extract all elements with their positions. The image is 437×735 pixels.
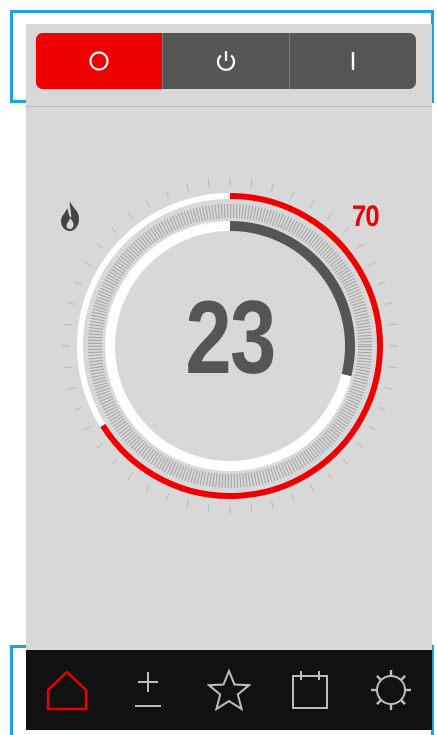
dial-tick: [67, 386, 76, 390]
dial-tick: [145, 484, 151, 492]
dial-tick: [110, 226, 118, 234]
circle-off-icon: [89, 51, 109, 71]
dial-tick: [207, 179, 210, 188]
dial-tick: [356, 243, 364, 249]
dial-tick: [388, 323, 397, 326]
dial-tick: [384, 386, 393, 390]
dial-tick: [127, 472, 133, 480]
dial-tick: [327, 212, 333, 220]
dial-tick: [186, 183, 190, 192]
dial-tick: [250, 179, 253, 188]
dial-tick: [67, 302, 76, 306]
dial-tick: [309, 200, 315, 208]
dial-tick: [145, 200, 151, 208]
dial-tick: [84, 425, 92, 431]
dial-tick: [96, 243, 104, 249]
dial-tick: [74, 406, 83, 411]
dial-tick: [165, 190, 170, 199]
dial-tick: [84, 261, 92, 267]
star-icon: [206, 668, 251, 712]
bottom-nav: [26, 650, 432, 730]
dial-tick: [377, 406, 386, 411]
dial-tick: [63, 323, 72, 326]
mode-on-button[interactable]: [289, 33, 416, 89]
home-icon: [46, 670, 87, 711]
dial-tick: [368, 425, 376, 431]
dial-tick: [388, 366, 397, 369]
power-icon: [216, 51, 236, 71]
thermostat-dial-area: 70 23: [26, 106, 432, 646]
gear-icon: [371, 670, 412, 710]
dial-tick: [74, 281, 83, 286]
thermostat-app: 70 23: [26, 24, 432, 730]
dial-tick: [63, 366, 72, 369]
dial-tick: [110, 458, 118, 466]
dial-tick: [165, 493, 170, 502]
dial-tick: [250, 504, 253, 513]
nav-settings[interactable]: [363, 662, 419, 718]
dial-tick: [356, 443, 364, 449]
nav-home[interactable]: [39, 662, 95, 718]
on-bar-icon: [351, 52, 355, 70]
dial-tick: [384, 302, 393, 306]
dial-tick: [270, 183, 274, 192]
dial-tick: [290, 493, 295, 502]
mode-selector: [36, 33, 416, 89]
dial-tick: [377, 281, 386, 286]
dial-tick: [186, 500, 190, 509]
current-temperature: 23: [185, 280, 276, 396]
dial-tick: [207, 504, 210, 513]
nav-favorites[interactable]: [201, 662, 257, 718]
dial-tick: [290, 190, 295, 199]
dial-tick: [127, 212, 133, 220]
dial-tick: [342, 458, 350, 466]
mode-bar: [26, 24, 432, 107]
mode-power-button[interactable]: [162, 33, 289, 89]
nav-schedule[interactable]: [282, 662, 338, 718]
dial-tick: [309, 484, 315, 492]
plus-minus-icon: [134, 672, 161, 707]
dial-tick: [327, 472, 333, 480]
nav-adjust[interactable]: [120, 662, 176, 718]
dial-tick: [270, 500, 274, 509]
mode-off-button[interactable]: [36, 33, 162, 89]
dial-tick: [342, 226, 350, 234]
dial-tick: [96, 443, 104, 449]
dial-tick: [368, 261, 376, 267]
calendar-icon: [292, 671, 329, 709]
